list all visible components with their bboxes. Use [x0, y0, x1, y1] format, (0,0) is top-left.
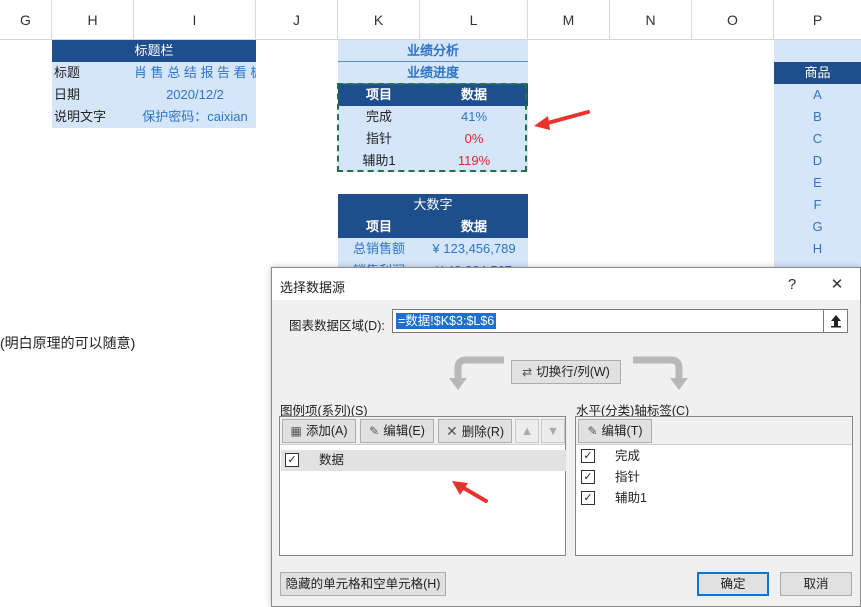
range-label: 图表数据区域(D):	[289, 319, 385, 333]
date-label[interactable]: 日期	[52, 84, 134, 106]
analysis-value-aux[interactable]: 119%	[420, 150, 528, 172]
title-block-header[interactable]: 标题栏	[52, 40, 256, 62]
move-up-icon: ▲	[520, 424, 534, 438]
analysis-item-pointer[interactable]: 指针	[338, 128, 420, 150]
analysis-title[interactable]: 业绩分析	[338, 40, 528, 62]
category-item[interactable]: ✓ 完成	[577, 446, 853, 467]
help-icon[interactable]: ?	[777, 274, 807, 296]
products-header[interactable]: 商品	[774, 62, 861, 84]
analysis-value-pointer[interactable]: 0%	[420, 128, 528, 150]
date-value[interactable]: 2020/12/2	[134, 84, 256, 106]
title-label[interactable]: 标题	[52, 62, 134, 84]
product-item[interactable]: F	[774, 194, 861, 216]
column-header-n[interactable]: N	[610, 0, 692, 40]
collapse-dialog-button[interactable]	[824, 309, 848, 333]
delete-series-button[interactable]: ✕ 删除(R)	[438, 419, 512, 443]
big-number-item-sales[interactable]: 总销售额	[338, 238, 420, 260]
axis-labels-panel: ✎ 编辑(T) ✓ 完成 ✓ 指针 ✓ 辅助1	[575, 416, 853, 556]
column-header-o[interactable]: O	[692, 0, 774, 40]
switch-row-column-label: 切换行/列(W)	[536, 365, 610, 379]
product-item[interactable]: B	[774, 106, 861, 128]
product-item[interactable]: H	[774, 238, 861, 260]
add-icon: ▦	[290, 424, 302, 438]
switch-icon: ⇄	[522, 365, 533, 379]
column-header-p[interactable]: P	[774, 0, 861, 40]
edit-icon: ✎	[369, 424, 380, 438]
curved-arrow-left-icon	[449, 356, 504, 390]
edit-series-button[interactable]: ✎ 编辑(E)	[360, 419, 434, 443]
product-item[interactable]: A	[774, 84, 861, 106]
category-checkbox[interactable]: ✓	[581, 449, 595, 463]
delete-icon: ✕	[445, 423, 458, 439]
column-header-k[interactable]: K	[338, 0, 420, 40]
note-label[interactable]: 说明文字	[52, 106, 134, 128]
chart-range-value: =数据!$K$3:$L$6	[396, 313, 497, 329]
product-item[interactable]: C	[774, 128, 861, 150]
analysis-subtitle[interactable]: 业绩进度	[338, 62, 528, 84]
analysis-header-item[interactable]: 项目	[338, 84, 420, 106]
switch-row-column-button[interactable]: ⇄ 切换行/列(W)	[511, 360, 621, 384]
category-name: 辅助1	[615, 491, 647, 505]
red-arrow-series-icon	[452, 481, 488, 503]
analysis-header-data[interactable]: 数据	[420, 84, 528, 106]
move-down-button[interactable]: ▼	[541, 419, 565, 443]
column-header-h[interactable]: H	[52, 0, 134, 40]
big-number-value-sales[interactable]: ¥ 123,456,789	[420, 238, 528, 260]
legend-series-panel: ▦ 添加(A) ✎ 编辑(E) ✕ 删除(R) ▲ ▼ ✓ 数据	[279, 416, 566, 556]
big-number-header-data[interactable]: 数据	[420, 216, 528, 238]
side-note: (明白原理的可以随意)	[0, 335, 136, 351]
column-header-bar: G H I J K L M N O P	[0, 0, 861, 40]
category-checkbox[interactable]: ✓	[581, 491, 595, 505]
curved-arrow-right-icon	[633, 356, 688, 390]
column-header-j[interactable]: J	[256, 0, 338, 40]
column-header-l[interactable]: L	[420, 0, 528, 40]
column-header-g[interactable]: G	[0, 0, 52, 40]
category-checkbox[interactable]: ✓	[581, 470, 595, 484]
delete-series-label: 删除(R)	[461, 425, 505, 439]
analysis-item-complete[interactable]: 完成	[338, 106, 420, 128]
category-item[interactable]: ✓ 辅助1	[577, 488, 853, 509]
edit-axis-icon: ✎	[587, 424, 598, 438]
big-number-title[interactable]: 大数字	[338, 194, 528, 216]
products-spacer	[774, 40, 861, 62]
series-item[interactable]: ✓ 数据	[281, 450, 566, 471]
close-icon[interactable]: ✕	[822, 274, 852, 296]
category-name: 指针	[615, 470, 641, 484]
move-down-icon: ▼	[546, 424, 560, 438]
column-header-i[interactable]: I	[134, 0, 256, 40]
title-value[interactable]: 肖 售 总 结 报 告 看 板	[134, 62, 256, 84]
big-number-header-item[interactable]: 项目	[338, 216, 420, 238]
add-series-label: 添加(A)	[305, 424, 348, 438]
analysis-item-aux[interactable]: 辅助1	[338, 150, 420, 172]
red-arrow-pointer-icon	[534, 110, 590, 130]
move-up-button[interactable]: ▲	[515, 419, 539, 443]
dialog-title: 选择数据源	[280, 280, 346, 295]
select-data-source-dialog: 选择数据源 ? ✕ 图表数据区域(D): =数据!$K$3:$L$6 ⇄ 切换行/…	[271, 267, 861, 607]
edit-axis-label: 编辑(T)	[601, 424, 643, 438]
chart-range-input[interactable]: =数据!$K$3:$L$6	[392, 309, 824, 333]
hidden-empty-cells-button[interactable]: 隐藏的单元格和空单元格(H)	[280, 572, 446, 596]
product-item[interactable]: G	[774, 216, 861, 238]
series-checkbox[interactable]: ✓	[285, 453, 299, 467]
note-value[interactable]: 保护密码：caixian	[134, 106, 256, 128]
series-name: 数据	[319, 453, 345, 467]
analysis-value-complete[interactable]: 41%	[420, 106, 528, 128]
edit-series-label: 编辑(E)	[383, 424, 425, 438]
category-item[interactable]: ✓ 指针	[577, 467, 853, 488]
category-name: 完成	[615, 449, 641, 463]
edit-axis-button[interactable]: ✎ 编辑(T)	[578, 419, 652, 443]
cancel-button[interactable]: 取消	[780, 572, 852, 596]
ok-button[interactable]: 确定	[697, 572, 769, 596]
product-item[interactable]: E	[774, 172, 861, 194]
dialog-title-bar: 选择数据源 ? ✕	[272, 268, 860, 300]
collapse-arrow-icon	[830, 315, 841, 328]
column-header-m[interactable]: M	[528, 0, 610, 40]
add-series-button[interactable]: ▦ 添加(A)	[282, 419, 356, 443]
product-item[interactable]: D	[774, 150, 861, 172]
